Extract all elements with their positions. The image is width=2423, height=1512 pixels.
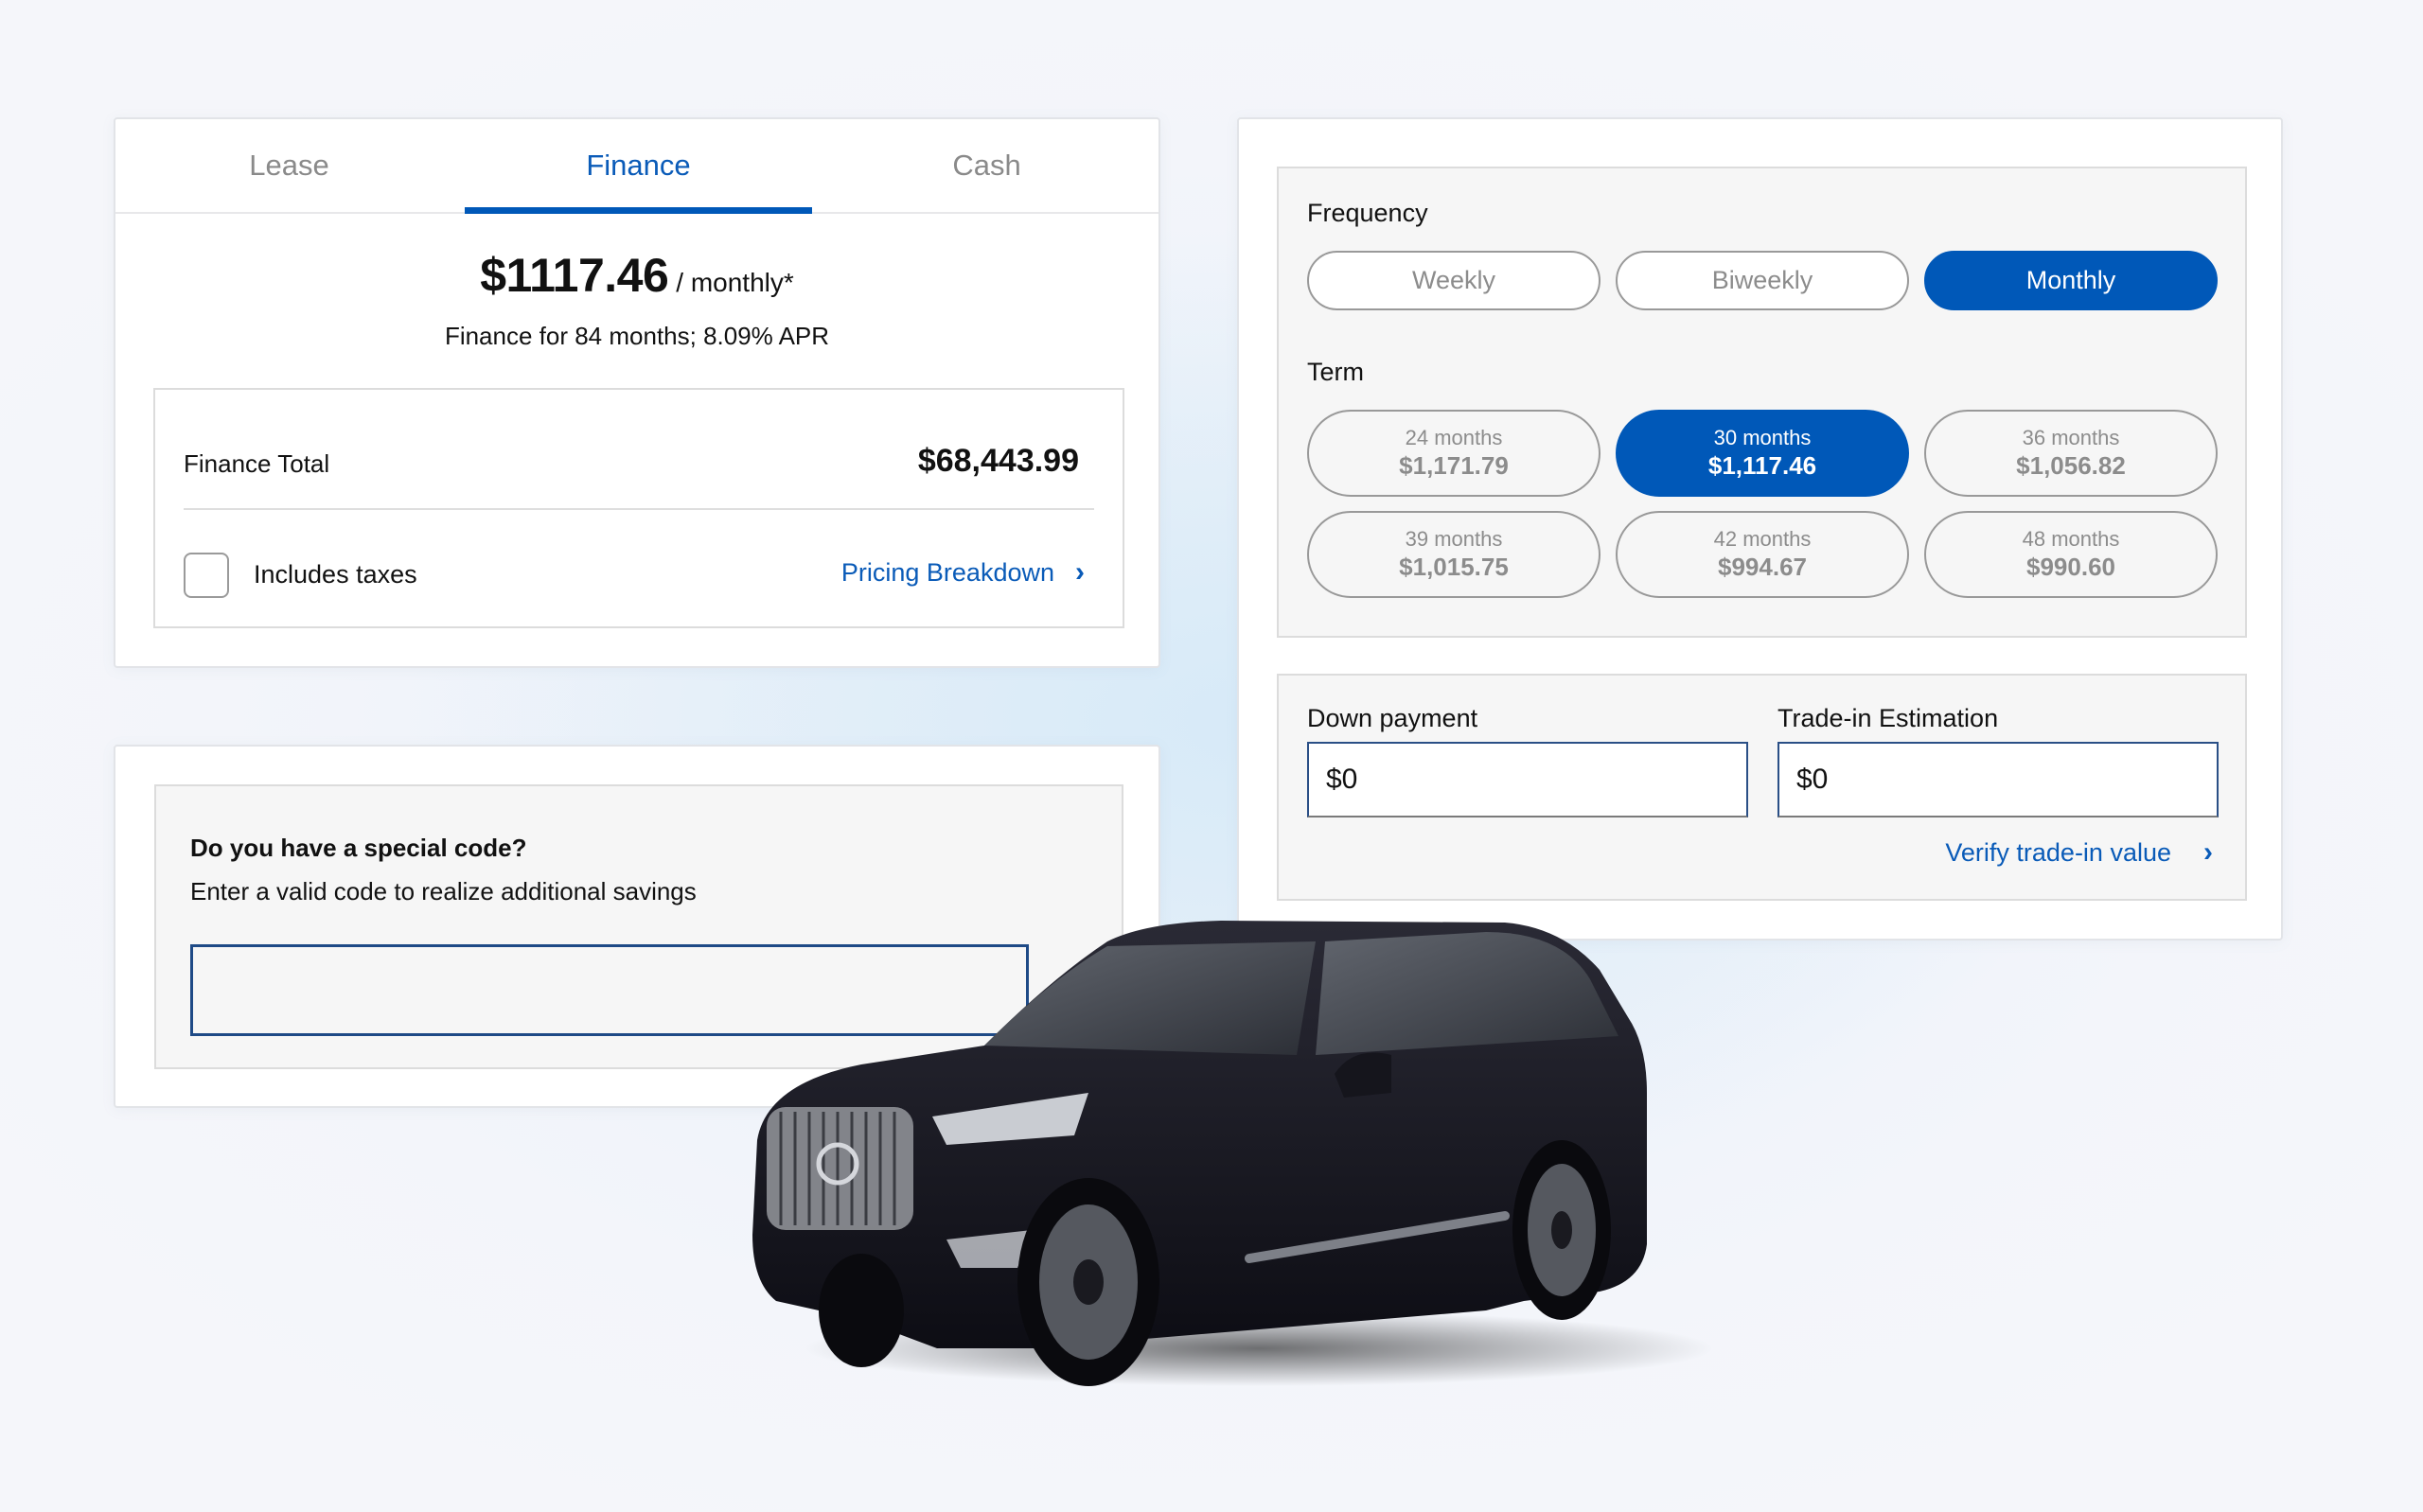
term-months: 30 months — [1713, 426, 1812, 449]
term-amount: $1,015.75 — [1399, 553, 1509, 581]
term-amount: $990.60 — [2026, 553, 2115, 581]
finance-summary: Finance for 84 months; 8.09% APR — [444, 322, 830, 350]
down-payment-input[interactable]: $0 — [1307, 742, 1748, 818]
term-months: 42 months — [1713, 527, 1812, 551]
verify-trade-in-link[interactable]: Verify trade-in value › — [1945, 836, 2213, 869]
payment-options-panel: Frequency Weekly Biweekly Monthly Term 2… — [1237, 117, 2283, 941]
trade-in-label: Trade-in Estimation — [1777, 704, 1999, 732]
tab-lease[interactable]: Lease — [115, 119, 463, 212]
divider — [184, 508, 1094, 510]
chevron-right-icon: › — [2203, 836, 2213, 868]
includes-taxes-label: Includes taxes — [254, 560, 417, 589]
term-option[interactable]: 39 months $1,015.75 — [1307, 511, 1601, 598]
term-months: 39 months — [1405, 527, 1503, 551]
down-payment-box: Down payment $0 Trade-in Estimation $0 V… — [1277, 674, 2247, 901]
monthly-price-unit: / monthly* — [676, 268, 794, 297]
term-amount: $1,117.46 — [1707, 451, 1817, 480]
term-option[interactable]: 36 months $1,056.82 — [1924, 410, 2218, 497]
term-amount: $994.67 — [1718, 553, 1807, 581]
down-payment-label: Down payment — [1307, 704, 1478, 732]
finance-total-box: Finance Total $68,443.99 Includes taxes … — [153, 388, 1124, 628]
term-option[interactable]: 48 months $990.60 — [1924, 511, 2218, 598]
term-option[interactable]: 42 months $994.67 — [1616, 511, 1909, 598]
special-code-subtitle: Enter a valid code to realize additional… — [190, 877, 697, 905]
car-grille — [767, 1107, 913, 1230]
car-wheel-rear — [1512, 1140, 1611, 1320]
tab-finance[interactable]: Finance — [465, 119, 812, 214]
car-windshield — [984, 941, 1316, 1055]
pricing-breakdown-label: Pricing Breakdown — [840, 557, 1054, 587]
trade-in-input[interactable]: $0 — [1777, 742, 2219, 818]
special-code-title: Do you have a special code? — [190, 834, 527, 862]
monthly-price-value: $1117.46 — [480, 249, 669, 302]
payment-type-tabs: Lease Finance Cash — [115, 119, 1158, 214]
car-wheel-hidden — [819, 1254, 904, 1367]
finance-total-label: Finance Total — [184, 449, 330, 478]
frequency-monthly[interactable]: Monthly — [1924, 251, 2218, 310]
verify-trade-in-label: Verify trade-in value — [1945, 837, 2171, 867]
frequency-term-box: Frequency Weekly Biweekly Monthly Term 2… — [1277, 167, 2247, 638]
term-months: 24 months — [1405, 426, 1503, 449]
term-option[interactable]: 30 months $1,117.46 — [1616, 410, 1909, 497]
term-months: 48 months — [2022, 527, 2120, 551]
term-label: Term — [1307, 358, 1364, 386]
frequency-label: Frequency — [1307, 199, 1428, 227]
term-months: 36 months — [2022, 426, 2120, 449]
includes-taxes-checkbox[interactable] — [184, 553, 229, 598]
car-image — [752, 921, 1713, 1386]
frequency-weekly[interactable]: Weekly — [1307, 251, 1601, 310]
finance-panel: Lease Finance Cash $1117.46/ monthly* Fi… — [114, 117, 1160, 668]
pricing-breakdown-link[interactable]: Pricing Breakdown › — [841, 556, 1085, 589]
term-option[interactable]: 24 months $1,171.79 — [1307, 410, 1601, 497]
tab-cash[interactable]: Cash — [813, 119, 1160, 212]
car-wheel-front — [1017, 1178, 1159, 1386]
term-amount: $1,056.82 — [2016, 451, 2126, 480]
term-amount: $1,171.79 — [1399, 451, 1509, 480]
monthly-price: $1117.46/ monthly* — [115, 248, 1158, 303]
chevron-right-icon: › — [1075, 556, 1085, 588]
finance-total-value: $68,443.99 — [917, 443, 1079, 479]
frequency-biweekly[interactable]: Biweekly — [1616, 251, 1909, 310]
